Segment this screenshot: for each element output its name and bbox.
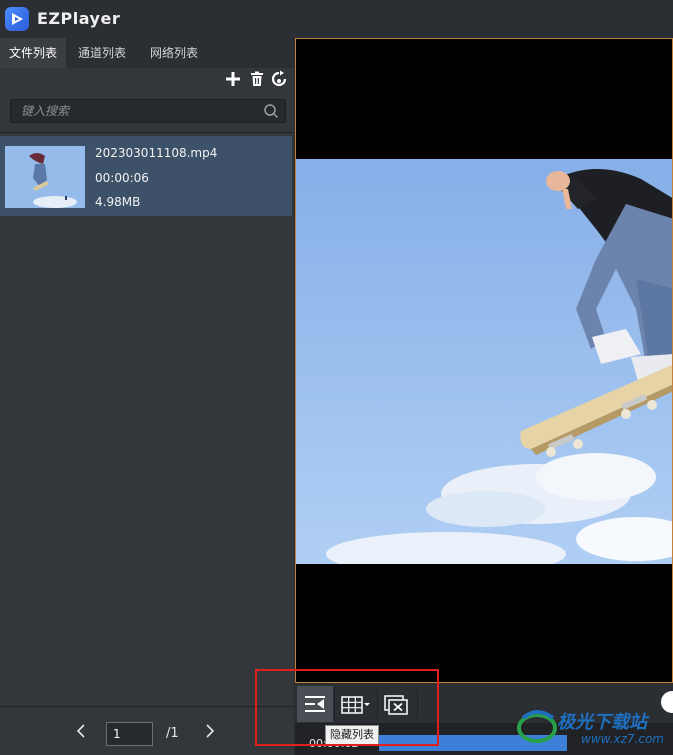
- video-frame: [296, 159, 672, 564]
- watermark-text: 极光下载站: [557, 712, 647, 733]
- tab-network-list[interactable]: 网络列表: [140, 38, 208, 68]
- tab-bar: 文件列表 通道列表 网络列表: [0, 38, 294, 68]
- grid-layout-button[interactable]: [337, 686, 373, 722]
- tab-channel-list[interactable]: 通道列表: [68, 38, 136, 68]
- file-duration: 00:00:06: [95, 171, 149, 185]
- chevron-right-icon[interactable]: [201, 723, 217, 739]
- search-input[interactable]: [21, 100, 251, 122]
- watermark-logo-icon: [517, 710, 557, 743]
- plus-icon[interactable]: [224, 70, 242, 88]
- divider: [417, 689, 418, 719]
- title-bar: EZPlayer: [0, 0, 673, 38]
- close-all-windows-button[interactable]: [379, 686, 415, 722]
- sidebar: 文件列表 通道列表 网络列表 键入搜索 202303011108.mp4 00:…: [0, 38, 294, 755]
- file-size: 4.98MB: [95, 195, 141, 209]
- search-box: [10, 99, 286, 123]
- divider: [377, 689, 378, 719]
- watermark-url: www.xz7.com: [581, 732, 664, 746]
- tooltip: 隐藏列表: [325, 725, 379, 745]
- search-icon[interactable]: [263, 103, 279, 123]
- refresh-icon[interactable]: [270, 70, 288, 88]
- hide-list-button[interactable]: [297, 686, 333, 722]
- watermark: 极光下载站 www.xz7.com: [515, 700, 673, 755]
- page-number-input[interactable]: [106, 722, 153, 746]
- page-total: /1: [166, 726, 179, 741]
- list-toolbar: [224, 70, 290, 90]
- chevron-left-icon[interactable]: [74, 723, 90, 739]
- trash-icon[interactable]: [248, 70, 266, 88]
- pagination: /1: [0, 707, 294, 755]
- tab-file-list[interactable]: 文件列表: [0, 38, 66, 68]
- file-list-item[interactable]: 202303011108.mp4 00:00:06 4.98MB: [0, 136, 292, 216]
- app-logo-icon: [5, 7, 29, 31]
- file-name: 202303011108.mp4: [95, 146, 218, 160]
- video-player[interactable]: [295, 38, 673, 683]
- divider: [334, 689, 335, 719]
- app-title: EZPlayer: [37, 9, 121, 28]
- divider: [0, 132, 294, 133]
- video-thumbnail: [5, 146, 85, 208]
